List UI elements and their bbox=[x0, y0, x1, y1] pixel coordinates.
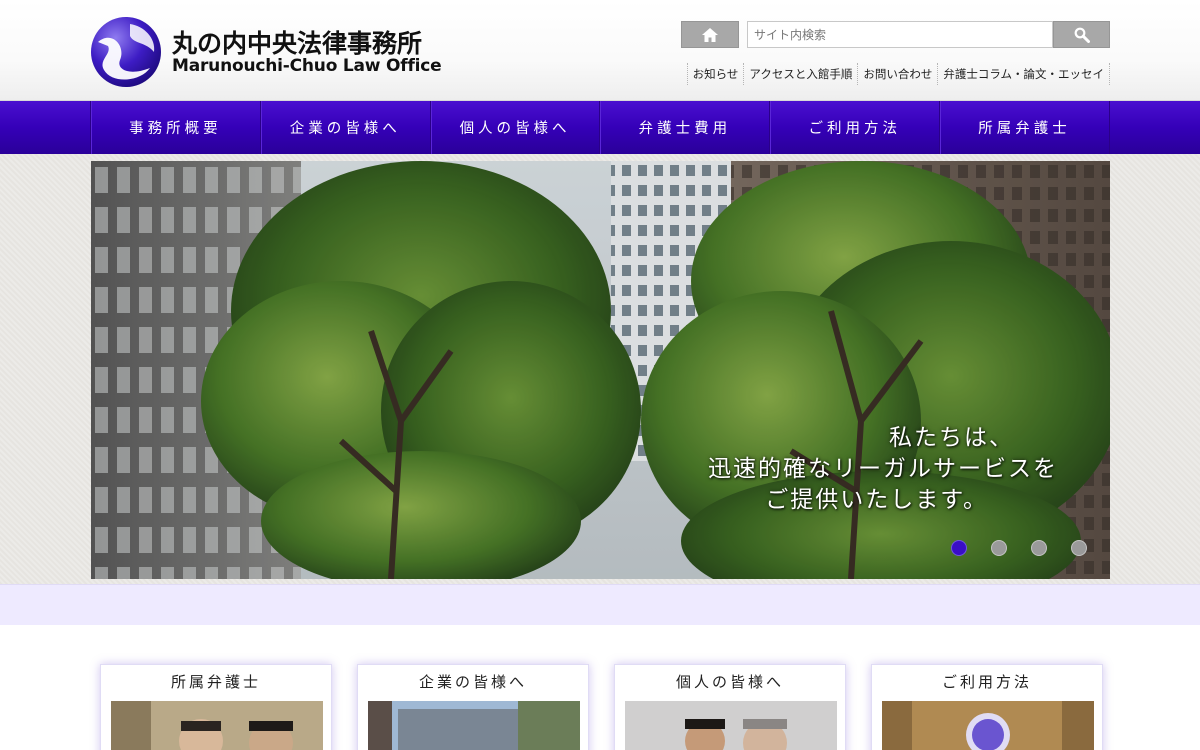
search-input[interactable] bbox=[747, 21, 1053, 48]
util-link-news[interactable]: お知らせ bbox=[686, 63, 744, 85]
util-link-contact[interactable]: お問い合わせ bbox=[857, 63, 937, 85]
card-lawyers[interactable]: 所属弁護士 bbox=[100, 664, 332, 750]
slider-dot-2[interactable] bbox=[991, 540, 1007, 556]
card-title: 企業の皆様へ bbox=[418, 673, 527, 691]
card-corporate[interactable]: 企業の皆様へ bbox=[357, 664, 589, 750]
slider-pagination bbox=[951, 540, 1087, 556]
hero-caption-line-1: 私たちは、 bbox=[889, 425, 1014, 451]
slider-dot-3[interactable] bbox=[1031, 540, 1047, 556]
nav-item-fees[interactable]: 弁護士費用 bbox=[599, 101, 769, 154]
nav-item-individual[interactable]: 個人の皆様へ bbox=[429, 101, 600, 154]
card-image bbox=[111, 701, 323, 750]
hero-caption-line-3: ご提供いたします。 bbox=[765, 487, 988, 513]
slider-dot-4[interactable] bbox=[1071, 540, 1087, 556]
nav-item-office[interactable]: 事務所概要 bbox=[90, 101, 260, 154]
lavender-strip bbox=[0, 584, 1200, 625]
card-image bbox=[882, 701, 1094, 750]
util-link-access[interactable]: アクセスと入館手順 bbox=[743, 63, 857, 85]
hero-photo bbox=[91, 161, 1110, 579]
card-title: 所属弁護士 bbox=[170, 673, 261, 691]
magnifier-icon bbox=[1074, 27, 1090, 43]
home-icon bbox=[702, 27, 718, 42]
slider-dot-1[interactable] bbox=[951, 540, 967, 556]
hero-slider[interactable]: 私たちは、 迅速的確なリーガルサービスを ご提供いたします。 bbox=[91, 161, 1110, 579]
card-howto[interactable]: ご利用方法 bbox=[871, 664, 1103, 750]
card-title: ご利用方法 bbox=[941, 673, 1032, 691]
site-title-en[interactable]: Marunouchi-Chuo Law Office bbox=[172, 56, 442, 76]
global-nav: 事務所概要 企業の皆様へ 個人の皆様へ 弁護士費用 ご利用方法 所属弁護士 bbox=[0, 101, 1200, 154]
utility-links: お知らせ アクセスと入館手順 お問い合わせ 弁護士コラム・論文・エッセイ bbox=[681, 62, 1110, 86]
home-button[interactable] bbox=[681, 21, 739, 48]
card-individual[interactable]: 個人の皆様へ bbox=[614, 664, 846, 750]
hero-caption-line-2: 迅速的確なリーガルサービスを bbox=[708, 456, 1058, 482]
nav-item-lawyers[interactable]: 所属弁護士 bbox=[939, 101, 1110, 154]
nav-item-howto[interactable]: ご利用方法 bbox=[769, 101, 939, 154]
site-header: 丸の内中央法律事務所 Marunouchi-Chuo Law Office お知… bbox=[0, 0, 1200, 101]
hero-caption: 私たちは、 迅速的確なリーガルサービスを ご提供いたします。 bbox=[558, 423, 1058, 516]
site-title-ja[interactable]: 丸の内中央法律事務所 bbox=[172, 24, 422, 60]
util-link-column[interactable]: 弁護士コラム・論文・エッセイ bbox=[937, 63, 1110, 85]
feature-cards: 所属弁護士 企業の皆様へ 個人の皆様へ ご利用方法 bbox=[100, 664, 1104, 750]
search-button[interactable] bbox=[1053, 21, 1110, 48]
card-image bbox=[368, 701, 580, 750]
card-title: 個人の皆様へ bbox=[675, 673, 784, 691]
logo-mark-icon[interactable] bbox=[90, 16, 162, 88]
nav-item-corporate[interactable]: 企業の皆様へ bbox=[259, 101, 430, 154]
card-image bbox=[625, 701, 837, 750]
